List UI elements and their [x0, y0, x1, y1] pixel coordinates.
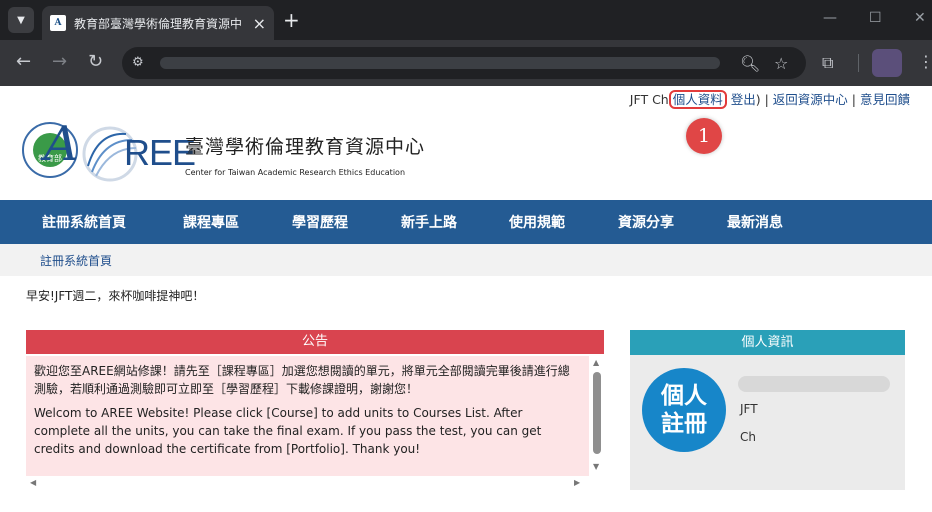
center-title: 臺灣學術倫理教育資源中心 [185, 136, 426, 158]
address-bar[interactable]: ⚙ 🔍︎ ☆ [122, 47, 806, 79]
horizontal-scrollbar[interactable]: ◀ ▶ [26, 476, 589, 490]
scroll-right-icon[interactable]: ▶ [574, 478, 580, 487]
browser-tab[interactable]: A 教育部臺灣學術倫理教育資源中 × [42, 6, 274, 40]
zoom-icon[interactable]: 🔍︎ [740, 54, 760, 73]
menu-icon[interactable]: ⋮ [918, 52, 932, 71]
top-links: JFT Ch 個人資料 登出) | 返回資源中心 | 意見回饋 [629, 89, 910, 109]
annotation-marker: 1 [686, 118, 722, 154]
personal-info-panel: 個人資訊 個人 註冊 JFT Ch [630, 330, 905, 490]
nav-item-courses[interactable]: 課程專區 [183, 212, 239, 232]
nav-item-news[interactable]: 最新消息 [727, 212, 783, 232]
tab-list-icon[interactable]: ▼ [8, 7, 34, 33]
personal-register-button[interactable]: 個人 註冊 [642, 368, 726, 452]
nav-item-portfolio[interactable]: 學習歷程 [292, 212, 348, 232]
announcement-text-zh: 歡迎您至AREE網站修課！請先至［課程專區］加選您想閱讀的單元，將單元全部閱讀完… [34, 364, 570, 396]
minimize-icon[interactable]: — [823, 10, 837, 26]
first-name: JFT [740, 402, 758, 416]
nav-item-terms[interactable]: 使用規範 [509, 212, 565, 232]
personal-info-title: 個人資訊 [630, 330, 905, 355]
vertical-scrollbar[interactable]: ▲ ▼ [590, 356, 604, 476]
back-icon[interactable]: ← [16, 52, 31, 72]
announcement-panel: 公告 歡迎您至AREE網站修課！請先至［課程專區］加選您想閱讀的單元，將單元全部… [26, 330, 604, 492]
main-nav: 註冊系統首頁 課程專區 學習歷程 新手上路 使用規範 資源分享 最新消息 [0, 200, 932, 244]
user-name: JFT Ch [629, 92, 669, 107]
nav-item-home[interactable]: 註冊系統首頁 [42, 212, 126, 232]
site-logo[interactable]: 教育部 A REE 臺灣學術倫理教育資源中心 Center for Taiwan… [22, 116, 426, 186]
tab-favicon: A [50, 15, 66, 31]
scroll-down-icon[interactable]: ▼ [593, 462, 599, 471]
last-name: Ch [740, 430, 756, 444]
browser-toolbar: ← → ↻ ⚙ 🔍︎ ☆ ⧉ ⋮ [0, 40, 932, 86]
close-window-icon[interactable]: ✕ [914, 10, 926, 26]
feedback-link[interactable]: 意見回饋 [860, 92, 910, 107]
nav-item-getting-started[interactable]: 新手上路 [401, 212, 457, 232]
center-subtitle: Center for Taiwan Academic Research Ethi… [185, 168, 406, 177]
separator: | [760, 92, 773, 107]
new-tab-icon[interactable]: + [283, 8, 300, 32]
register-line-1: 個人 [661, 383, 707, 409]
scroll-thumb[interactable] [593, 372, 601, 454]
maximize-icon[interactable]: ☐ [869, 10, 882, 26]
browser-tab-strip: ▼ A 教育部臺灣學術倫理教育資源中 × + — ☐ ✕ [0, 0, 932, 40]
register-line-2: 註冊 [661, 411, 707, 437]
scroll-left-icon[interactable]: ◀ [30, 478, 36, 487]
logout-link[interactable]: 登出 [731, 92, 756, 107]
extensions-icon[interactable]: ⧉ [822, 53, 833, 73]
web-page: JFT Ch 個人資料 登出) | 返回資源中心 | 意見回饋 1 教育部 A R… [0, 86, 932, 512]
breadcrumb-home[interactable]: 註冊系統首頁 [40, 252, 112, 269]
announcement-body: 歡迎您至AREE網站修課！請先至［課程專區］加選您想閱讀的單元，將單元全部閱讀完… [26, 356, 589, 476]
breadcrumb: 註冊系統首頁 [0, 244, 932, 276]
profile-avatar[interactable] [872, 49, 902, 77]
close-tab-icon[interactable]: × [253, 14, 266, 33]
tab-title: 教育部臺灣學術倫理教育資源中 [74, 16, 243, 31]
back-to-center-link[interactable]: 返回資源中心 [773, 92, 848, 107]
aree-logo-a: A [44, 116, 79, 172]
star-icon[interactable]: ☆ [774, 54, 788, 73]
site-info-icon[interactable]: ⚙ [132, 55, 150, 71]
announcement-text-en: Welcom to AREE Website! Please click [Co… [34, 406, 542, 456]
announcement-title: 公告 [26, 330, 604, 354]
profile-link-text[interactable]: 個人資料 [673, 92, 723, 107]
redacted-name [738, 376, 890, 392]
forward-icon[interactable]: → [52, 52, 67, 72]
profile-link[interactable]: 個人資料 [668, 90, 727, 109]
separator: | [847, 92, 860, 107]
greeting-text: 早安!JFT週二，來杯咖啡提神吧！ [26, 289, 205, 303]
toolbar-divider [858, 54, 859, 72]
nav-item-resources[interactable]: 資源分享 [618, 212, 674, 232]
url-text [160, 57, 720, 69]
reload-icon[interactable]: ↻ [88, 52, 103, 72]
scroll-up-icon[interactable]: ▲ [593, 358, 599, 367]
